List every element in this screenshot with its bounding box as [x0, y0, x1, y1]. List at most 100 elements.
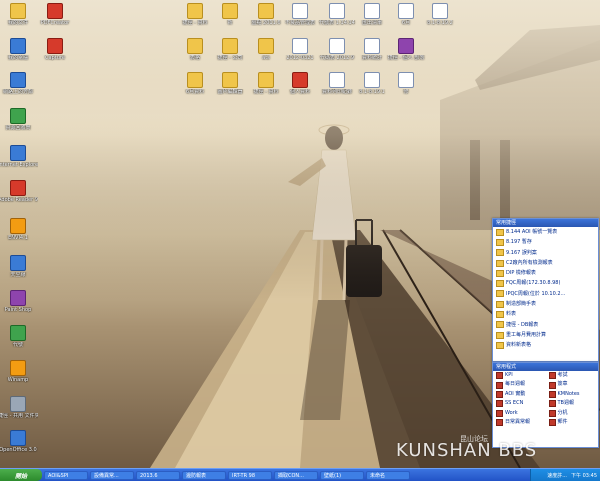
recycle-bin-icon — [10, 108, 26, 124]
desktop-icon[interactable]: 捷徑 - 資料 — [175, 3, 215, 26]
taskbar-button[interactable]: 設備異常... — [90, 470, 134, 480]
program-item-label: 分机 — [557, 409, 568, 416]
shortcut-item-label: 資料新表格 — [506, 342, 532, 349]
app-icon — [10, 255, 26, 271]
program-item[interactable]: 郵件 — [546, 418, 599, 427]
desktop-icon[interactable]: 代號表 1.14.14 — [317, 3, 357, 26]
start-button[interactable]: 開始 — [0, 469, 42, 481]
desktop-icon[interactable]: 8.1-8.19.2 — [420, 3, 460, 26]
desktop-icon-label: 我的電腦 — [7, 55, 28, 61]
taskbar-button[interactable]: 邊防報表 — [182, 470, 226, 480]
desktop-icon[interactable]: Adobe Reader 9 — [0, 180, 38, 203]
desktop-icon[interactable]: 網路上的芳鄰 — [0, 72, 38, 95]
folder-icon — [496, 300, 504, 308]
program-item-label: KMNotes — [557, 390, 580, 397]
shortcut-item[interactable]: IPQC周報(位於 10.10.2... — [493, 289, 598, 299]
taskbar-button[interactable]: 未命名 — [366, 470, 410, 480]
documents-icon — [10, 3, 26, 19]
desktop-icon[interactable]: 代碼表 2012.9 — [317, 38, 357, 61]
program-icon — [548, 390, 556, 398]
desktop-icon[interactable]: 2012-0321 — [280, 38, 320, 61]
shortcut-item[interactable]: 制造部簡手表 — [493, 299, 598, 309]
desktop-icon[interactable]: 捷徑 - 公司 — [210, 38, 250, 61]
shortcut-item-label: 8.144 AOI 帳號一覽表 — [506, 229, 558, 235]
shortcut-item[interactable]: 9.167 誤判案 — [493, 248, 598, 258]
desktop-icon-label: 網路上的芳鄰 — [2, 89, 33, 95]
program-item[interactable]: 每日週報 — [493, 380, 546, 389]
desktop-icon[interactable]: 捷徑 - 共用 文件夾 — [0, 396, 38, 419]
shortcut-item[interactable]: 8.197 暫存 — [493, 237, 598, 247]
desktop-icon[interactable]: Internet Explorer — [0, 145, 38, 168]
program-item[interactable]: KPI — [493, 371, 546, 380]
desktop-icon[interactable]: 修 — [386, 72, 426, 95]
desktop-icon[interactable]: Paint Shop — [0, 290, 38, 313]
desktop-icon-label: 天空線 — [10, 272, 26, 278]
folder-icon — [496, 228, 504, 236]
program-item[interactable]: 簽章 — [546, 380, 599, 389]
network-icon — [10, 72, 26, 88]
taskbar-button[interactable]: AOI&SPI — [44, 470, 88, 480]
program-item[interactable]: Work — [493, 409, 546, 418]
shortcut-item-label: 料表 — [506, 311, 517, 318]
desktop-icon[interactable]: 資料列印紀錄 — [317, 72, 357, 95]
program-item[interactable]: KMNotes — [546, 390, 599, 399]
folder-icon — [496, 238, 504, 246]
program-item[interactable]: AOI 實動 — [493, 390, 546, 399]
envi-icon — [10, 218, 26, 234]
desktop-icon[interactable]: 個人資料 — [280, 72, 320, 95]
shortcut-item[interactable]: 重工每月費用計算 — [493, 330, 598, 340]
common-programs-title[interactable]: 常用程式 — [493, 363, 598, 371]
desktop-icon[interactable]: 新 — [210, 3, 250, 26]
desktop-icon[interactable]: 資源回收筒 — [0, 108, 38, 131]
desktop-icon[interactable]: 我的文件 — [0, 3, 38, 26]
app-icon — [10, 325, 26, 341]
shortcut-item[interactable]: DIP 檢修報表 — [493, 268, 598, 278]
desktop-icon-label: 代碼表 2012.9 — [319, 55, 355, 61]
desktop-icon[interactable]: 代號 — [0, 325, 38, 348]
tray-text[interactable]: 速度許... — [547, 472, 567, 479]
quick-shortcuts-title[interactable]: 常用捷徑 — [493, 219, 598, 227]
shortcut-item[interactable]: 料表 — [493, 309, 598, 319]
shortcut-item[interactable]: 資料新表格 — [493, 340, 598, 350]
desktop-icon-label: 新 — [227, 20, 233, 26]
program-item-label: TB週報 — [557, 400, 575, 407]
folder-icon — [496, 341, 504, 349]
desktop-icon[interactable]: 天空線 — [0, 255, 38, 278]
desktop-icon-label: 捷徑 - 資料 — [182, 20, 208, 26]
shortcut-item[interactable]: FQC周報(172.30.8.98) — [493, 278, 598, 288]
clock[interactable]: 下午 03:45 — [571, 472, 597, 479]
desktop-icon-label: 圖片編輯器 — [217, 89, 243, 95]
program-item[interactable]: 考試 — [546, 371, 599, 380]
capture-icon — [47, 38, 63, 54]
desktop-icon[interactable]: 圖片編輯器 — [210, 72, 250, 95]
desktop-icon[interactable]: 不良品管理表 — [280, 3, 320, 26]
shortcut-item[interactable]: 8.144 AOI 帳號一覽表 — [493, 227, 598, 237]
taskbar-button[interactable]: 擷取CON... — [274, 470, 318, 480]
program-item-label: 每日週報 — [505, 381, 526, 388]
program-item[interactable]: 日常異常報 — [493, 418, 546, 427]
program-icon — [548, 419, 556, 427]
desktop-icon-label: Adobe Reader 9 — [0, 197, 38, 203]
taskbar-tasks: AOI&SPI 設備異常... 2013.6 邊防報表 IRT-TR 98 擷取CON..… — [42, 470, 410, 480]
desktop-icon[interactable]: ENVI4.1 — [0, 218, 38, 241]
desktop-icon[interactable]: 捷徑 - 個人 部落 — [386, 38, 426, 61]
program-item[interactable]: SS ECN — [493, 399, 546, 408]
desktop-icon[interactable]: OpenOffice 3.0 — [0, 430, 38, 453]
shortcut-item[interactable]: C2廠內所有檢測報表 — [493, 258, 598, 268]
desktop-icon[interactable]: Capture — [35, 38, 75, 61]
desktop-icon[interactable]: PDFCreator — [35, 3, 75, 26]
program-item[interactable]: 分机 — [546, 409, 599, 418]
internet-explorer-icon — [10, 145, 26, 161]
taskbar-button[interactable]: IRT-TR 98 — [228, 470, 272, 480]
program-item[interactable]: TB週報 — [546, 399, 599, 408]
taskbar: 開始 AOI&SPI 設備異常... 2013.6 邊防報表 IRT-TR 98 擷取CO… — [0, 468, 600, 481]
desktop-icon-label: 捷徑 - 公司 — [217, 55, 243, 61]
shortcut-item[interactable]: 捷徑 - DB報表 — [493, 320, 598, 330]
taskbar-button[interactable]: 2013.6 — [136, 470, 180, 480]
desktop-icon[interactable]: 6月資料 — [175, 72, 215, 95]
common-programs-panel: 常用程式 KPI 考試每日週報 簽章 AOI 實動 KMNotes SS ECN TB週報 W… — [492, 362, 599, 448]
desktop-icon[interactable]: 表格 — [175, 38, 215, 61]
taskbar-button[interactable]: 壁紙(1) — [320, 470, 364, 480]
desktop-icon[interactable]: 我的電腦 — [0, 38, 38, 61]
desktop-icon[interactable]: Winamp — [0, 360, 38, 383]
